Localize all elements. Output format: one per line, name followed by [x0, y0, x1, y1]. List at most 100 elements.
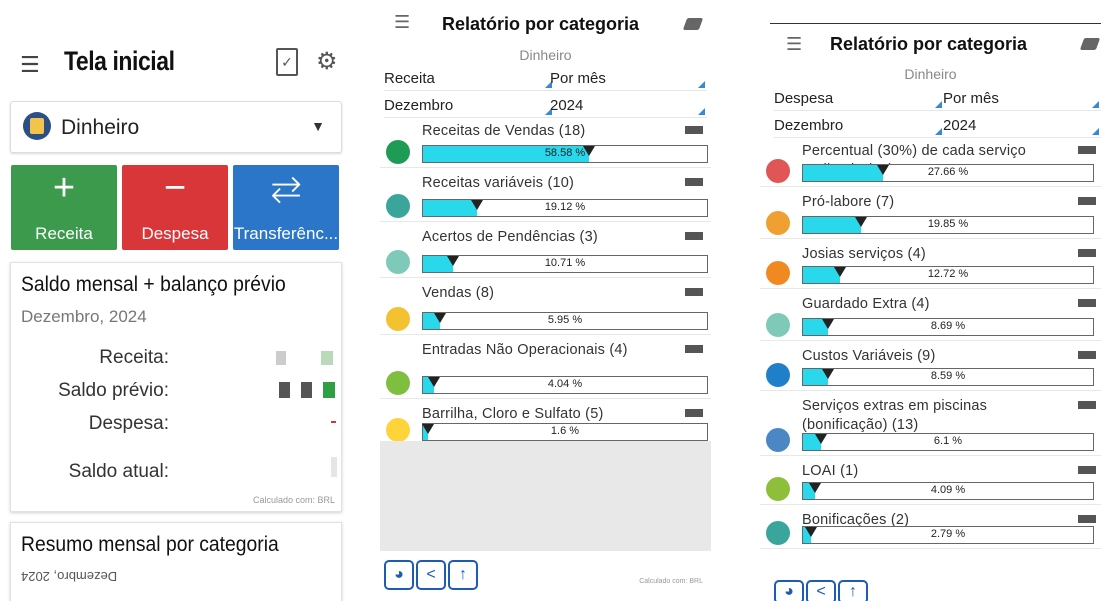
empty-area [380, 441, 711, 551]
percentage-bar: 5.95 % [422, 312, 708, 330]
pie-chart-icon[interactable]: ◕ [384, 560, 414, 590]
period-select[interactable]: Por mês [545, 68, 707, 91]
sort-icon[interactable]: ↑ [448, 560, 478, 590]
add-income-button[interactable]: + Receita [11, 165, 117, 250]
category-item[interactable]: LOAI (1) 4.09 % [760, 458, 1101, 505]
dropdown-arrow-icon [1092, 101, 1099, 108]
category-name: Serviços extras em piscinas (bonificação… [802, 398, 988, 433]
blurred-amount [1078, 146, 1096, 154]
blurred-amount [1078, 197, 1096, 205]
category-item[interactable]: Vendas (8) 5.95 % [380, 280, 711, 335]
category-name: Acertos de Pendências (3) [422, 229, 598, 245]
blurred-value [276, 351, 286, 365]
percentage-label: 27.66 % [927, 166, 969, 178]
category-item[interactable]: Guardado Extra (4) 8.69 % [760, 291, 1101, 341]
income-report-screen: ☰ Relatório por categoria Dinheiro Recei… [380, 0, 711, 601]
report-toolbar: ◕ < ↑ Calculado com: BRL [384, 560, 711, 590]
wallet-icon [23, 112, 51, 140]
category-icon [386, 307, 410, 331]
percentage-bar: 27.66 % [802, 164, 1094, 182]
blurred-value [331, 457, 337, 477]
type-select[interactable]: Despesa [774, 88, 944, 111]
dropdown-arrow-icon: ▼ [311, 118, 325, 134]
card-date: Dezembro, 2024 [21, 307, 147, 326]
category-icon [766, 477, 790, 501]
share-icon[interactable]: < [806, 580, 836, 601]
category-item[interactable]: Josias serviços (4) 12.72 % [760, 241, 1101, 289]
sort-icon[interactable]: ↑ [838, 580, 868, 601]
percentage-bar: 19.12 % [422, 199, 708, 217]
category-item[interactable]: Barrilha, Cloro e Sulfato (5) 1.6 % [380, 401, 711, 446]
previous-balance-label: Saldo prévio: [58, 380, 169, 401]
category-item[interactable]: Bonificações (2) 2.79 % [760, 507, 1101, 549]
menu-icon[interactable]: ☰ [20, 52, 40, 78]
pie-chart-icon[interactable]: ◕ [774, 580, 804, 601]
category-name: Guardado Extra (4) [802, 296, 930, 312]
period-value: Por mês [943, 90, 999, 107]
category-icon [386, 140, 410, 164]
month-select[interactable]: Dezembro [774, 115, 944, 138]
settings-icon[interactable]: ⚙ [316, 47, 338, 76]
period-select[interactable]: Por mês [938, 88, 1101, 111]
transfer-button[interactable]: ⇄ Transferênc... [233, 165, 339, 250]
category-name: Josias serviços (4) [802, 246, 926, 262]
category-item[interactable]: Serviços extras em piscinas (bonificação… [760, 393, 1101, 456]
category-name: Barrilha, Cloro e Sulfato (5) [422, 406, 604, 422]
percentage-bar: 1.6 % [421, 423, 708, 441]
income-row-label: Receita: [99, 347, 169, 368]
percentage-bar: 4.04 % [422, 376, 708, 394]
category-summary-card[interactable]: Resumo mensal por categoria Dezembro, 20… [10, 522, 342, 601]
monthly-balance-card[interactable]: Saldo mensal + balanço prévio Dezembro, … [10, 262, 342, 512]
percentage-label: 5.95 % [547, 314, 583, 326]
blurred-amount [685, 409, 703, 417]
menu-icon[interactable]: ☰ [394, 12, 410, 33]
category-item[interactable]: Percentual (30%) de cada serviço realiza… [760, 138, 1101, 187]
category-item[interactable]: Pró-labore (7) 19.85 % [760, 189, 1101, 239]
blurred-amount [1078, 466, 1096, 474]
share-icon[interactable]: < [416, 560, 446, 590]
transfer-label: Transferênc... [233, 224, 339, 243]
dropdown-arrow-icon [698, 81, 705, 88]
calendar-check-icon[interactable]: ✓ [276, 48, 298, 76]
category-icon [766, 363, 790, 387]
menu-icon[interactable]: ☰ [786, 34, 802, 55]
category-item[interactable]: Acertos de Pendências (3) 10.71 % [380, 224, 711, 278]
category-item[interactable]: Receitas variáveis (10) 19.12 % [380, 170, 711, 222]
percentage-label: 2.79 % [930, 528, 966, 540]
blurred-amount [1078, 515, 1096, 523]
category-item[interactable]: Receitas de Vendas (18) 58.58 % [380, 118, 711, 168]
month-value: Dezembro [774, 117, 844, 134]
type-value: Receita [384, 70, 435, 87]
category-icon [766, 428, 790, 452]
percentage-bar: 6.1 % [802, 433, 1094, 451]
percentage-label: 8.69 % [930, 320, 966, 332]
category-name: LOAI (1) [802, 463, 859, 479]
action-buttons: + Receita − Despesa ⇄ Transferênc... [11, 165, 341, 250]
month-select[interactable]: Dezembro [384, 95, 554, 118]
category-item[interactable]: Custos Variáveis (9) 8.59 % [760, 343, 1101, 391]
blurred-value [321, 351, 333, 365]
account-selector[interactable]: Dinheiro ▼ [10, 101, 342, 153]
coins-icon[interactable] [682, 18, 704, 30]
period-value: Por mês [550, 70, 606, 87]
percentage-label: 12.72 % [927, 268, 969, 280]
home-header: ☰ Tela inicial ✓ ⚙ [0, 40, 355, 88]
year-value: 2024 [943, 117, 977, 134]
category-item[interactable]: Entradas Não Operacionais (4) 4.04 % [380, 337, 711, 399]
blurred-value [323, 382, 335, 398]
plus-icon: + [52, 167, 76, 209]
percentage-bar: 10.71 % [422, 255, 708, 273]
year-select[interactable]: 2024 [938, 115, 1101, 138]
percentage-label: 19.12 % [544, 201, 586, 213]
blurred-amount [1078, 249, 1096, 257]
blurred-amount [685, 345, 703, 353]
dropdown-arrow-icon [1092, 128, 1099, 135]
coins-icon[interactable] [1079, 38, 1101, 50]
percentage-bar: 19.85 % [802, 216, 1094, 234]
type-select[interactable]: Receita [384, 68, 554, 91]
home-screen: ☰ Tela inicial ✓ ⚙ Dinheiro ▼ + Receita … [0, 0, 355, 601]
current-balance-label: Saldo atual: [68, 461, 169, 482]
category-icon [386, 194, 410, 218]
year-select[interactable]: 2024 [545, 95, 707, 118]
add-expense-button[interactable]: − Despesa [122, 165, 228, 250]
